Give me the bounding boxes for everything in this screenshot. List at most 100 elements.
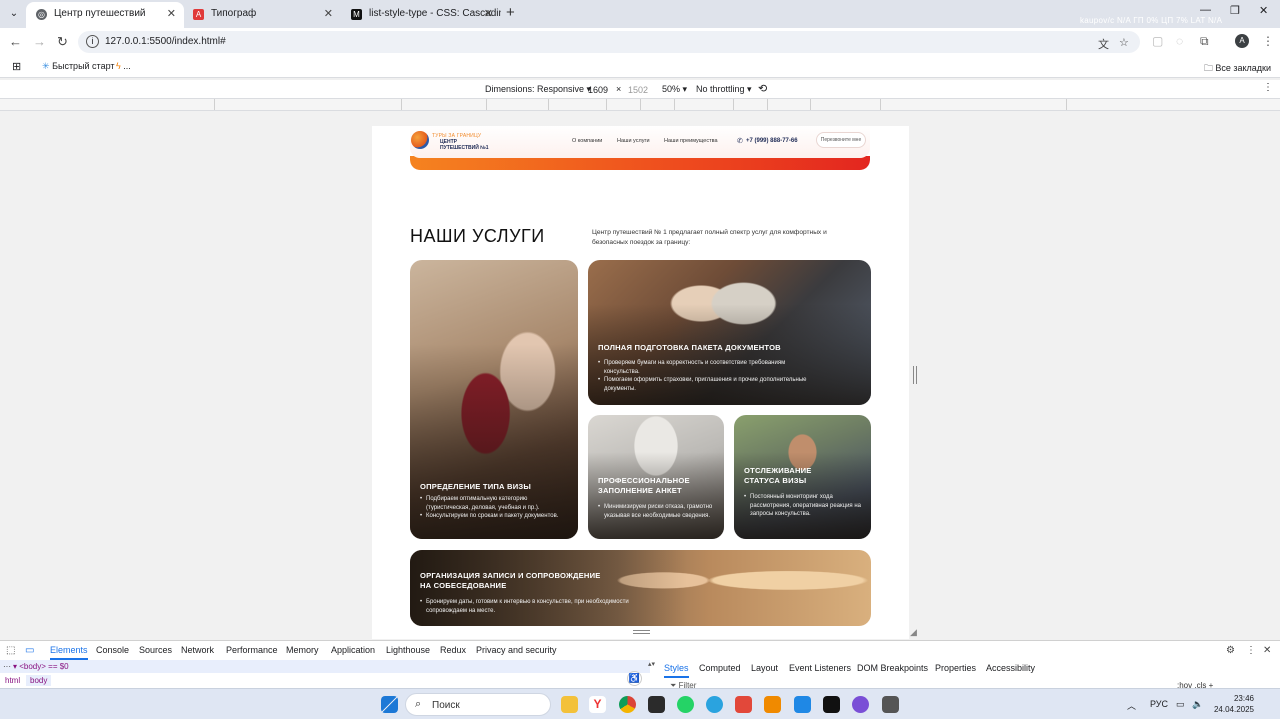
viewport-resize-handle-right[interactable]: [913, 366, 917, 384]
inspect-element-icon[interactable]: ⬚: [6, 645, 15, 656]
media-query-ruler[interactable]: [0, 99, 1280, 111]
close-icon[interactable]: ✕: [484, 2, 493, 26]
back-icon[interactable]: ←: [9, 34, 22, 49]
nav-services[interactable]: Наши услуги: [617, 138, 650, 144]
tab-event-listeners[interactable]: Event Listeners: [789, 663, 851, 673]
device-toggle-icon[interactable]: ▭: [25, 645, 34, 656]
throttling-select[interactable]: No throttling ▾: [696, 84, 752, 95]
viewport-resize-handle-bottom[interactable]: [633, 630, 650, 634]
service-card-documents[interactable]: ПОЛНАЯ ПОДГОТОВКА ПАКЕТА ДОКУМЕНТОВ Пров…: [588, 260, 871, 405]
accessibility-tree-icon[interactable]: ♿: [627, 671, 642, 686]
bookmark-quick-start[interactable]: ✳ Быстрый старт: [42, 61, 115, 72]
network-icon[interactable]: ▭: [1176, 699, 1185, 710]
extensions-puzzle-icon[interactable]: ⧉: [1200, 34, 1209, 49]
logo-text[interactable]: ЦЕНТР ПУТЕШЕСТВИЙ №1: [440, 139, 489, 151]
pycharm-icon[interactable]: [823, 696, 840, 713]
tab-typograf[interactable]: A Типограф ✕: [183, 2, 341, 28]
close-icon[interactable]: ✕: [167, 2, 176, 26]
tab-search-chevron-icon[interactable]: ⌄: [6, 6, 22, 22]
bookmark-more[interactable]: ϟ ...: [116, 61, 131, 71]
language-indicator[interactable]: РУС: [1150, 699, 1168, 709]
extension-2-icon[interactable]: ◌: [1176, 34, 1183, 48]
taskbar-search[interactable]: ⌕ Поиск: [405, 693, 551, 716]
menu-kebab-icon[interactable]: ⋮: [1262, 34, 1274, 48]
minimize-icon[interactable]: —: [1200, 4, 1211, 16]
yandex-browser-icon[interactable]: Y: [589, 696, 606, 713]
zoom-select[interactable]: 50% ▾: [662, 84, 687, 95]
viewport-resize-corner-icon[interactable]: ◢: [910, 627, 917, 638]
service-card-status[interactable]: ОТСЛЕЖИВАНИЕ СТАТУСА ВИЗЫ Постоянный мон…: [734, 415, 871, 539]
dimensions-select[interactable]: Dimensions: Responsive ▾: [485, 84, 591, 95]
all-bookmarks[interactable]: 🗀 Все закладки: [1204, 61, 1271, 77]
panel-split-arrows-icon[interactable]: ▴▾: [648, 660, 655, 668]
bookmark-label: Быстрый старт: [52, 61, 115, 71]
tab-application[interactable]: Application: [331, 645, 375, 655]
callback-button[interactable]: Перезвоните мне: [816, 132, 866, 148]
tab-lighthouse[interactable]: Lighthouse: [386, 645, 430, 655]
settings-gear-icon[interactable]: ⚙: [1226, 645, 1235, 656]
close-icon[interactable]: ✕: [324, 2, 333, 26]
new-tab-button[interactable]: +: [506, 4, 515, 21]
device-menu-icon[interactable]: ⋮: [1263, 82, 1273, 93]
dom-ellipsis: ···: [3, 662, 11, 671]
tray-chevron-icon[interactable]: ︿: [1127, 699, 1136, 712]
telegram-icon[interactable]: [706, 696, 723, 713]
dom-tree-selected-row[interactable]: ··· ▾ <body> == $0: [0, 660, 650, 673]
card-title: ОРГАНИЗАЦИЯ ЗАПИСИ И СОПРОВОЖДЕНИЕ НА СО…: [420, 571, 601, 591]
tab-travel-center[interactable]: ◎ Центр путешествий ✕: [26, 2, 184, 28]
tab-network[interactable]: Network: [181, 645, 214, 655]
tab-redux[interactable]: Redux: [440, 645, 466, 655]
forward-icon[interactable]: →: [33, 34, 46, 49]
tab-layout[interactable]: Layout: [751, 663, 778, 673]
phone-number[interactable]: +7 (999) 888-77-66: [746, 138, 798, 144]
tab-properties[interactable]: Properties: [935, 663, 976, 673]
tab-accessibility[interactable]: Accessibility: [986, 663, 1035, 673]
service-card-interview[interactable]: ОРГАНИЗАЦИЯ ЗАПИСИ И СОПРОВОЖДЕНИЕ НА СО…: [410, 550, 871, 626]
reload-icon[interactable]: ↻: [57, 34, 68, 50]
tab-performance[interactable]: Performance: [226, 645, 278, 655]
nav-advantages[interactable]: Наши преимущества: [664, 138, 718, 144]
width-input[interactable]: 1609: [585, 82, 613, 96]
nav-about[interactable]: О компании: [572, 138, 602, 144]
tab-computed[interactable]: Computed: [699, 663, 741, 673]
devtools-close-icon[interactable]: ✕: [1263, 645, 1271, 656]
devtools-menu-icon[interactable]: ⋮: [1246, 645, 1256, 656]
avatar[interactable]: A: [1235, 34, 1249, 48]
file-explorer-icon[interactable]: [561, 696, 578, 713]
service-card-visa-type[interactable]: ОПРЕДЕЛЕНИЕ ТИПА ВИЗЫ Подбираем оптималь…: [410, 260, 578, 539]
app-icon[interactable]: [648, 696, 665, 713]
tab-console[interactable]: Console: [96, 645, 129, 655]
apps-grid-icon[interactable]: ⊞: [12, 60, 21, 73]
card-list: Постоянный мониторинг хода рассмотрения,…: [744, 493, 864, 519]
tab-sources[interactable]: Sources: [139, 645, 172, 655]
tab-styles[interactable]: Styles: [664, 663, 689, 678]
tab-elements[interactable]: Elements: [50, 645, 88, 660]
bookmark-star-icon[interactable]: ☆: [1119, 36, 1129, 49]
breadcrumb-body[interactable]: body: [26, 675, 52, 686]
tab-dom-breakpoints[interactable]: DOM Breakpoints: [857, 663, 928, 673]
site-info-icon[interactable]: i: [86, 35, 99, 48]
windows-start-icon[interactable]: [381, 696, 398, 713]
tab-privacy-security[interactable]: Privacy and security: [476, 645, 557, 655]
breadcrumb-html[interactable]: html: [5, 676, 20, 685]
extension-icon[interactable]: ▢: [1152, 34, 1163, 48]
app-purple-icon[interactable]: [852, 696, 869, 713]
calculator-icon[interactable]: [882, 696, 899, 713]
app-red-icon[interactable]: [735, 696, 752, 713]
sublime-icon[interactable]: [764, 696, 781, 713]
clock[interactable]: 23:46 24.04.2025: [1212, 693, 1254, 715]
logo-globe-icon[interactable]: [411, 131, 429, 149]
rotate-icon[interactable]: ⟲: [758, 82, 767, 95]
vscode-icon[interactable]: [794, 696, 811, 713]
volume-icon[interactable]: 🔈: [1192, 699, 1203, 710]
tab-memory[interactable]: Memory: [286, 645, 319, 655]
chrome-icon[interactable]: [619, 696, 636, 713]
window-close-icon[interactable]: ✕: [1259, 4, 1268, 17]
restore-icon[interactable]: ❐: [1230, 4, 1240, 17]
address-bar[interactable]: i 127.0.0.1:5500/index.html# ⽂ ☆: [78, 31, 1140, 53]
tab-mdn[interactable]: M list-style-type - CSS: Cascading ✕: [341, 2, 501, 28]
whatsapp-icon[interactable]: [677, 696, 694, 713]
height-input[interactable]: 1502: [625, 82, 653, 96]
translate-icon[interactable]: ⽂: [1098, 36, 1109, 52]
service-card-forms[interactable]: ПРОФЕССИОНАЛЬНОЕ ЗАПОЛНЕНИЕ АНКЕТ Миними…: [588, 415, 724, 539]
